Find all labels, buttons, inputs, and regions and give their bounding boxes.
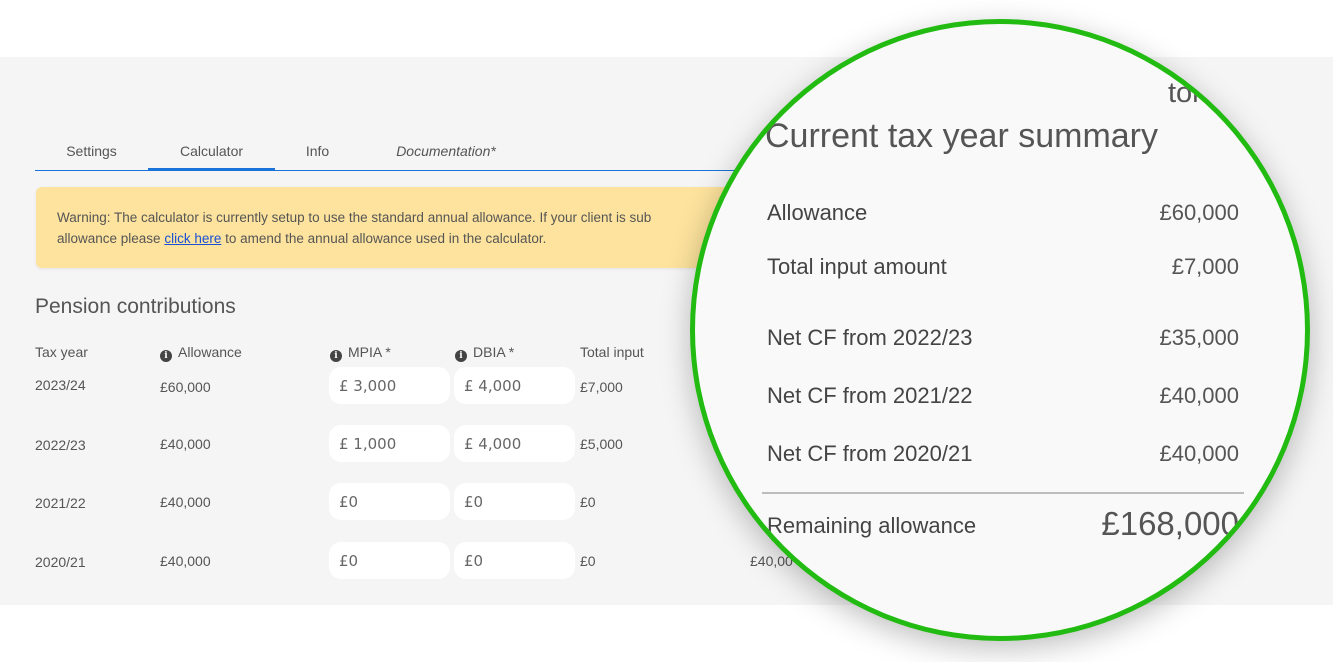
summary-label: Allowance [767,200,868,225]
mpia-input[interactable] [329,425,450,462]
table-row: 2022/23 £40,000 £5,000 [0,425,760,465]
total-input-cell: £0 [580,553,596,569]
summary-label: Net CF from 2021/22 [767,383,973,408]
col-header-dbia: i DBIA * [455,344,514,362]
info-icon[interactable]: i [330,350,342,362]
mpia-input[interactable] [329,483,450,520]
summary-row-remaining: Remaining allowance £168,000 [767,505,1239,543]
summary-value: £35,000 [1159,325,1239,350]
summary-row-total-input: Total input amount £7,000 [767,254,1239,284]
total-input-cell: £7,000 [580,379,623,395]
remaining-allowance-value: £168,000 [1101,505,1239,542]
col-header-label: DBIA * [473,344,515,360]
col-header-label: MPIA * [348,344,391,360]
mpia-input[interactable] [329,542,450,579]
summary-value: £60,000 [1159,200,1239,225]
warning-banner: Warning: The calculator is currently set… [36,187,756,268]
summary-label: Remaining allowance [767,513,977,538]
tax-year-cell: 2023/24 [35,377,86,393]
summary-value: £7,000 [1171,254,1239,279]
allowance-cell: £40,000 [160,553,211,569]
section-title: Pension contributions [35,295,236,318]
summary-label: Net CF from 2022/23 [767,325,973,350]
warning-text: Warning: The calculator is currently set… [57,210,652,225]
click-here-link[interactable]: click here [164,231,221,246]
summary-row-cf-2020-21: Net CF from 2020/21 £40,000 [767,441,1239,471]
tax-year-cell: 2021/22 [35,495,86,511]
allowance-cell: £40,000 [160,494,211,510]
col-header-mpia: i MPIA * [330,344,391,362]
tax-year-cell: 2022/23 [35,437,86,453]
summary-value: £40,000 [1159,441,1239,466]
tab-settings[interactable]: Settings [35,139,148,170]
total-input-cell: £5,000 [580,436,623,452]
col-header-allowance: i Allowance [160,344,242,362]
summary-value: £40,000 [1159,383,1239,408]
summary-label: Total input amount [767,254,947,279]
summary-row-cf-2022-23: Net CF from 2022/23 £35,000 [767,325,1239,355]
dbia-input[interactable] [454,542,575,579]
tab-info[interactable]: Info [290,139,345,170]
col-header-total-input: Total input [580,344,644,360]
total-input-cell: £0 [580,494,596,510]
allowance-cell: £60,000 [160,379,211,395]
warning-text-line2: allowance please [57,231,165,246]
summary-heading: Current tax year summary [765,117,1158,155]
col-header-label: Allowance [178,344,242,360]
summary-label: Net CF from 2020/21 [767,441,973,466]
summary-divider [762,492,1244,494]
dbia-input[interactable] [454,367,575,404]
summary-row-cf-2021-22: Net CF from 2021/22 £40,000 [767,383,1239,413]
col-header-tax-year: Tax year [35,344,88,360]
allowance-cell: £40,000 [160,436,211,452]
table-row: 2023/24 £60,000 £7,000 [0,367,760,407]
dbia-input[interactable] [454,483,575,520]
tax-year-cell: 2020/21 [35,554,86,570]
info-icon[interactable]: i [455,350,467,362]
tab-documentation[interactable]: Documentation* [381,139,511,170]
mpia-input[interactable] [329,367,450,404]
table-row: 2021/22 £40,000 £0 [0,483,760,523]
magnifier-callout: tor Current tax year summary Allowance £… [690,19,1310,641]
page-title-magnified: tor [1168,77,1202,109]
table-row: 2020/21 £40,000 £0 [0,542,760,582]
summary-row-allowance: Allowance £60,000 [767,200,1239,230]
dbia-input[interactable] [454,425,575,462]
tab-calculator[interactable]: Calculator [148,139,275,171]
warning-text-end: to amend the annual allowance used in th… [221,231,547,246]
info-icon[interactable]: i [160,350,172,362]
